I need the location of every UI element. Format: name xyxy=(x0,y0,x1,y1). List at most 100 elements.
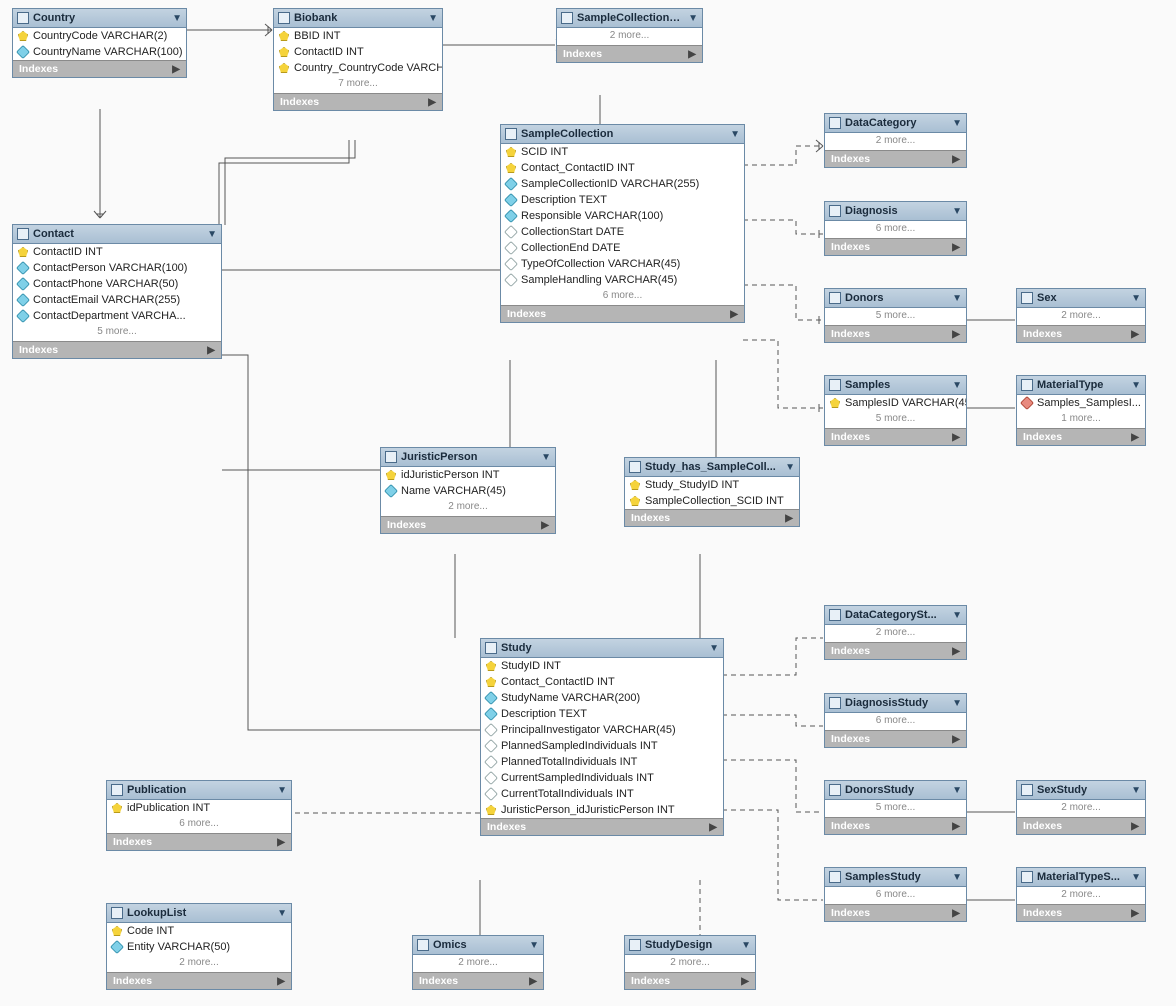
entity-MaterialType[interactable]: MaterialType▼ Samples_SamplesI... 1 more… xyxy=(1016,375,1146,446)
indexes-section[interactable]: Indexes▶ xyxy=(107,972,291,989)
more-link[interactable]: 2 more... xyxy=(1017,308,1145,325)
chevron-down-icon[interactable]: ▼ xyxy=(428,13,438,24)
indexes-section[interactable]: Indexes▶ xyxy=(557,45,702,62)
chevron-down-icon[interactable]: ▼ xyxy=(952,872,962,883)
entity-LookupList[interactable]: LookupList▼ Code INT Entity VARCHAR(50) … xyxy=(106,903,292,990)
chevron-down-icon[interactable]: ▼ xyxy=(172,13,182,24)
entity-Sex[interactable]: Sex▼ 2 more... Indexes▶ xyxy=(1016,288,1146,343)
entity-header[interactable]: SamplesStudy▼ xyxy=(825,868,966,887)
more-link[interactable]: 6 more... xyxy=(501,288,744,305)
chevron-down-icon[interactable]: ▼ xyxy=(529,940,539,951)
entity-StudyDesign[interactable]: StudyDesign▼ 2 more... Indexes▶ xyxy=(624,935,756,990)
entity-header[interactable]: SexStudy▼ xyxy=(1017,781,1145,800)
more-link[interactable]: 2 more... xyxy=(413,955,543,972)
entity-DataCategory[interactable]: DataCategory▼ 2 more... Indexes▶ xyxy=(824,113,967,168)
entity-header[interactable]: Biobank▼ xyxy=(274,9,442,28)
entity-SamplesStudy[interactable]: SamplesStudy▼ 6 more... Indexes▶ xyxy=(824,867,967,922)
entity-header[interactable]: MaterialType▼ xyxy=(1017,376,1145,395)
entity-Donors[interactable]: Donors▼ 5 more... Indexes▶ xyxy=(824,288,967,343)
entity-DiagnosisStudy[interactable]: DiagnosisStudy▼ 6 more... Indexes▶ xyxy=(824,693,967,748)
entity-JuristicPerson[interactable]: JuristicPerson▼ idJuristicPerson INT Nam… xyxy=(380,447,556,534)
chevron-down-icon[interactable]: ▼ xyxy=(541,452,551,463)
more-link[interactable]: 2 more... xyxy=(381,499,555,516)
indexes-section[interactable]: Indexes▶ xyxy=(1017,817,1145,834)
chevron-down-icon[interactable]: ▼ xyxy=(785,462,795,473)
chevron-down-icon[interactable]: ▼ xyxy=(1131,293,1141,304)
chevron-down-icon[interactable]: ▼ xyxy=(952,380,962,391)
indexes-section[interactable]: Indexes▶ xyxy=(413,972,543,989)
chevron-down-icon[interactable]: ▼ xyxy=(952,118,962,129)
entity-Study_has_SampleCollection[interactable]: Study_has_SampleColl...▼ Study_StudyID I… xyxy=(624,457,800,527)
indexes-section[interactable]: Indexes▶ xyxy=(1017,428,1145,445)
entity-header[interactable]: Publication▼ xyxy=(107,781,291,800)
more-link[interactable]: 2 more... xyxy=(107,955,291,972)
entity-header[interactable]: DataCategorySt...▼ xyxy=(825,606,966,625)
entity-header[interactable]: Study_has_SampleColl...▼ xyxy=(625,458,799,477)
entity-header[interactable]: Contact▼ xyxy=(13,225,221,244)
indexes-section[interactable]: Indexes▶ xyxy=(481,818,723,835)
entity-header[interactable]: Omics▼ xyxy=(413,936,543,955)
more-link[interactable]: 6 more... xyxy=(825,713,966,730)
entity-Contact[interactable]: Contact▼ ContactID INT ContactPerson VAR… xyxy=(12,224,222,359)
more-link[interactable]: 5 more... xyxy=(825,800,966,817)
chevron-down-icon[interactable]: ▼ xyxy=(709,643,719,654)
more-link[interactable]: 2 more... xyxy=(625,955,755,972)
entity-header[interactable]: Study▼ xyxy=(481,639,723,658)
entity-header[interactable]: DataCategory▼ xyxy=(825,114,966,133)
entity-Samples[interactable]: Samples▼ SamplesID VARCHAR(45) 5 more...… xyxy=(824,375,967,446)
indexes-section[interactable]: Indexes▶ xyxy=(625,509,799,526)
entity-DataCategoryStudy[interactable]: DataCategorySt...▼ 2 more... Indexes▶ xyxy=(824,605,967,660)
indexes-section[interactable]: Indexes▶ xyxy=(13,341,221,358)
more-link[interactable]: 2 more... xyxy=(1017,800,1145,817)
more-link[interactable]: 7 more... xyxy=(274,76,442,93)
entity-Biobank[interactable]: Biobank▼ BBID INT ContactID INT Country_… xyxy=(273,8,443,111)
entity-header[interactable]: StudyDesign▼ xyxy=(625,936,755,955)
chevron-down-icon[interactable]: ▼ xyxy=(277,785,287,796)
indexes-section[interactable]: Indexes▶ xyxy=(625,972,755,989)
entity-header[interactable]: Sex▼ xyxy=(1017,289,1145,308)
more-link[interactable]: 6 more... xyxy=(825,221,966,238)
entity-SampleCollection_has[interactable]: SampleCollection_ha...▼ 2 more... Indexe… xyxy=(556,8,703,63)
indexes-section[interactable]: Indexes▶ xyxy=(1017,904,1145,921)
more-link[interactable]: 5 more... xyxy=(13,324,221,341)
entity-header[interactable]: JuristicPerson▼ xyxy=(381,448,555,467)
chevron-down-icon[interactable]: ▼ xyxy=(952,293,962,304)
indexes-section[interactable]: Indexes▶ xyxy=(1017,325,1145,342)
indexes-section[interactable]: Indexes▶ xyxy=(501,305,744,322)
entity-Omics[interactable]: Omics▼ 2 more... Indexes▶ xyxy=(412,935,544,990)
chevron-down-icon[interactable]: ▼ xyxy=(952,785,962,796)
entity-Study[interactable]: Study▼ StudyID INT Contact_ContactID INT… xyxy=(480,638,724,836)
chevron-down-icon[interactable]: ▼ xyxy=(952,206,962,217)
entity-Diagnosis[interactable]: Diagnosis▼ 6 more... Indexes▶ xyxy=(824,201,967,256)
entity-header[interactable]: Country ▼ xyxy=(13,9,186,28)
more-link[interactable]: 2 more... xyxy=(557,28,702,45)
chevron-down-icon[interactable]: ▼ xyxy=(1131,380,1141,391)
chevron-down-icon[interactable]: ▼ xyxy=(952,698,962,709)
entity-header[interactable]: MaterialTypeS...▼ xyxy=(1017,868,1145,887)
more-link[interactable]: 2 more... xyxy=(825,133,966,150)
more-link[interactable]: 6 more... xyxy=(107,816,291,833)
more-link[interactable]: 5 more... xyxy=(825,411,966,428)
indexes-section[interactable]: Indexes▶ xyxy=(825,238,966,255)
entity-DonorsStudy[interactable]: DonorsStudy▼ 5 more... Indexes▶ xyxy=(824,780,967,835)
more-link[interactable]: 5 more... xyxy=(825,308,966,325)
indexes-section[interactable]: Indexes▶ xyxy=(13,60,186,77)
more-link[interactable]: 2 more... xyxy=(1017,887,1145,904)
indexes-section[interactable]: Indexes▶ xyxy=(825,642,966,659)
entity-MaterialTypeStudy[interactable]: MaterialTypeS...▼ 2 more... Indexes▶ xyxy=(1016,867,1146,922)
chevron-down-icon[interactable]: ▼ xyxy=(952,610,962,621)
entity-header[interactable]: Donors▼ xyxy=(825,289,966,308)
indexes-section[interactable]: Indexes▶ xyxy=(825,817,966,834)
more-link[interactable]: 2 more... xyxy=(825,625,966,642)
entity-header[interactable]: LookupList▼ xyxy=(107,904,291,923)
more-link[interactable]: 6 more... xyxy=(825,887,966,904)
indexes-section[interactable]: Indexes▶ xyxy=(274,93,442,110)
entity-header[interactable]: SampleCollection▼ xyxy=(501,125,744,144)
indexes-section[interactable]: Indexes▶ xyxy=(381,516,555,533)
chevron-down-icon[interactable]: ▼ xyxy=(730,129,740,140)
chevron-down-icon[interactable]: ▼ xyxy=(688,13,698,24)
entity-header[interactable]: DonorsStudy▼ xyxy=(825,781,966,800)
entity-header[interactable]: DiagnosisStudy▼ xyxy=(825,694,966,713)
entity-header[interactable]: Samples▼ xyxy=(825,376,966,395)
chevron-down-icon[interactable]: ▼ xyxy=(741,940,751,951)
